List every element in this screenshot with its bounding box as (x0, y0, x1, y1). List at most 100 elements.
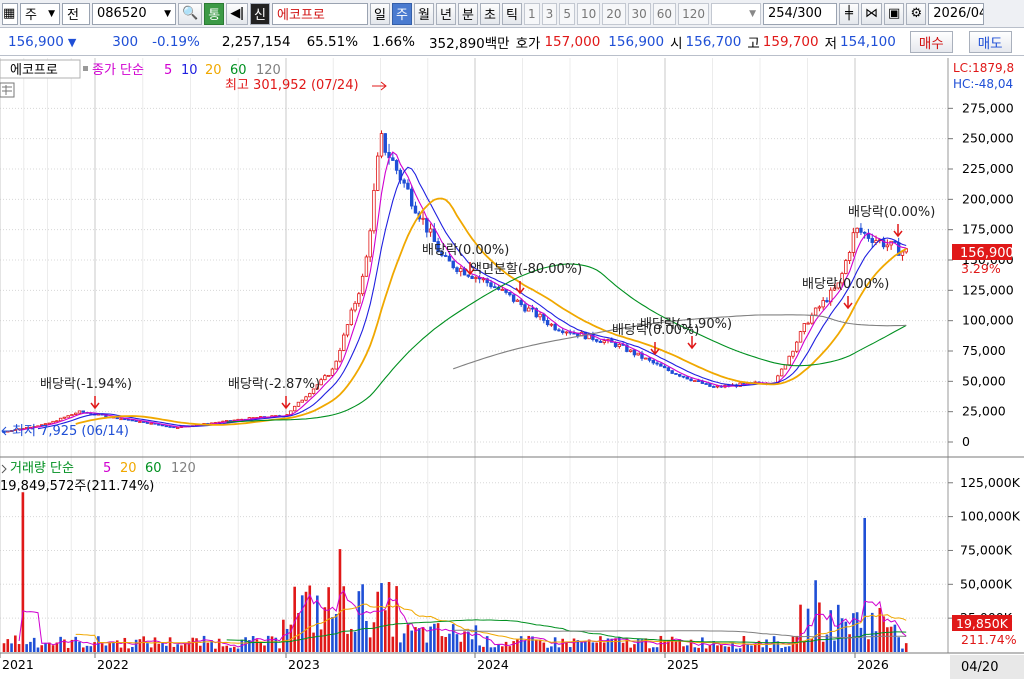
year-gridlines (0, 58, 856, 653)
legend-marker (83, 66, 88, 71)
minute-1[interactable]: 1 (524, 2, 540, 25)
volume-bar (836, 604, 840, 652)
minute-60[interactable]: 60 (652, 2, 677, 25)
volume-bar (727, 646, 731, 652)
gear-icon[interactable]: ⚙ (906, 2, 927, 25)
volume-bar (263, 645, 266, 652)
sell-button[interactable]: 매도 (968, 31, 1012, 53)
market-select[interactable]: 주 ▼ (20, 2, 60, 25)
volume-bar (229, 647, 232, 652)
period-month[interactable]: 월 (414, 2, 435, 25)
candle-body (157, 423, 161, 426)
event-label: 배당락(0.00%) (848, 205, 935, 220)
minute-120[interactable]: 120 (678, 2, 709, 25)
buy-button[interactable]: 매수 (909, 31, 953, 53)
volume-bar (172, 646, 176, 652)
volume-bar (546, 647, 549, 652)
volume-bar (602, 642, 606, 652)
speaker-icon[interactable]: ◀ǀ (226, 2, 249, 25)
volume-bar (361, 584, 364, 652)
down-arrow-icon (843, 296, 853, 310)
candle-body (844, 260, 848, 274)
volume-bar (633, 644, 636, 652)
minute-30[interactable]: 30 (627, 2, 651, 25)
candle-type-icon[interactable]: ╪ (838, 2, 859, 25)
candle-body (175, 427, 180, 429)
date-indicator: 04/20 (961, 660, 998, 675)
price-change-pct: -0.19% (152, 34, 200, 50)
volume-bar (199, 645, 202, 652)
price-tick-label: 75,000 (962, 343, 1006, 358)
candle-body (304, 396, 308, 401)
bid-label: 호가 (515, 36, 541, 52)
volume-bar (195, 638, 198, 652)
candle-body (406, 182, 410, 190)
year-label: 2022 (97, 657, 129, 672)
down-arrow-icon: ▼ (67, 35, 77, 49)
interval-select[interactable]: ▼ (710, 2, 761, 25)
volume-bar (319, 629, 323, 652)
candle-body (360, 275, 365, 295)
save-icon[interactable]: ▣ (883, 2, 905, 25)
volume-bar (417, 628, 421, 652)
candle-body (693, 380, 697, 382)
credit-badge[interactable]: 신 (250, 2, 271, 25)
code-input[interactable]: 086520 ▼ (92, 2, 176, 25)
menu-icon[interactable]: ▦ (2, 2, 18, 25)
volume-bar (251, 636, 255, 652)
period-year[interactable]: 년 (436, 2, 457, 25)
period-minute[interactable]: 분 (458, 2, 479, 25)
volume-bar (855, 612, 859, 652)
period-week[interactable]: 주 (392, 2, 413, 25)
period-second[interactable]: 초 (480, 2, 501, 25)
price-tick-label: 225,000 (962, 161, 1014, 176)
volume-bar (421, 627, 425, 652)
candle-body (825, 300, 829, 303)
volume-bar (165, 645, 168, 652)
volume-bar (138, 639, 142, 652)
event-label: 배당락(-1.90%) (640, 317, 732, 332)
year-label: 2025 (667, 657, 699, 672)
stock-name-field[interactable]: 에코프로 (272, 2, 369, 25)
chart-area[interactable]: 275,000250,000225,000200,000175,000150,0… (0, 58, 1024, 681)
minute-20[interactable]: 20 (602, 2, 626, 25)
volume-bar (776, 641, 780, 652)
tong-button[interactable]: 통 (204, 2, 225, 25)
minute-5[interactable]: 5 (559, 2, 575, 25)
volume-bar (451, 624, 455, 652)
code-value: 086520 (97, 6, 147, 21)
volume-tick-label: 125,000K (960, 475, 1021, 490)
candle-body (696, 380, 701, 382)
period-day[interactable]: 일 (370, 2, 391, 25)
volume-bar (568, 647, 572, 652)
high-annotation: 최고 301,952 (07/24) (225, 78, 359, 93)
draw-tool-icon[interactable]: ⋈ (860, 2, 882, 25)
volume-bar (108, 642, 111, 652)
volume-bar (621, 642, 625, 652)
minute-10[interactable]: 10 (576, 2, 601, 25)
search-icon[interactable]: 🔍 (178, 2, 203, 25)
stock-chart[interactable]: 275,000250,000225,000200,000175,000150,0… (0, 58, 1024, 681)
volume-bar (584, 641, 587, 652)
count-field[interactable]: 254/300 (762, 2, 837, 25)
candle-body (572, 332, 576, 335)
price-tick-label: 200,000 (962, 191, 1014, 206)
minute-3[interactable]: 3 (541, 2, 558, 25)
volume-bar (685, 645, 689, 652)
candle-body (81, 410, 85, 413)
volume-bar (202, 635, 206, 652)
table-icon[interactable] (0, 82, 15, 98)
volume-bar (806, 608, 810, 652)
candle-body (330, 368, 335, 376)
date-field[interactable]: 2026/04 (928, 2, 985, 25)
volume-bar (402, 633, 406, 652)
candle-body (138, 421, 142, 423)
candle-body (428, 228, 433, 233)
volume-bar (168, 637, 172, 652)
period-type-select[interactable]: 전 (62, 2, 90, 25)
period-tick[interactable]: 틱 (502, 2, 523, 25)
candle-body (425, 217, 429, 233)
volume-bar (395, 586, 398, 652)
volume-total: 19,849,572주(211.74%) (0, 479, 154, 494)
volume-bar (765, 639, 768, 652)
